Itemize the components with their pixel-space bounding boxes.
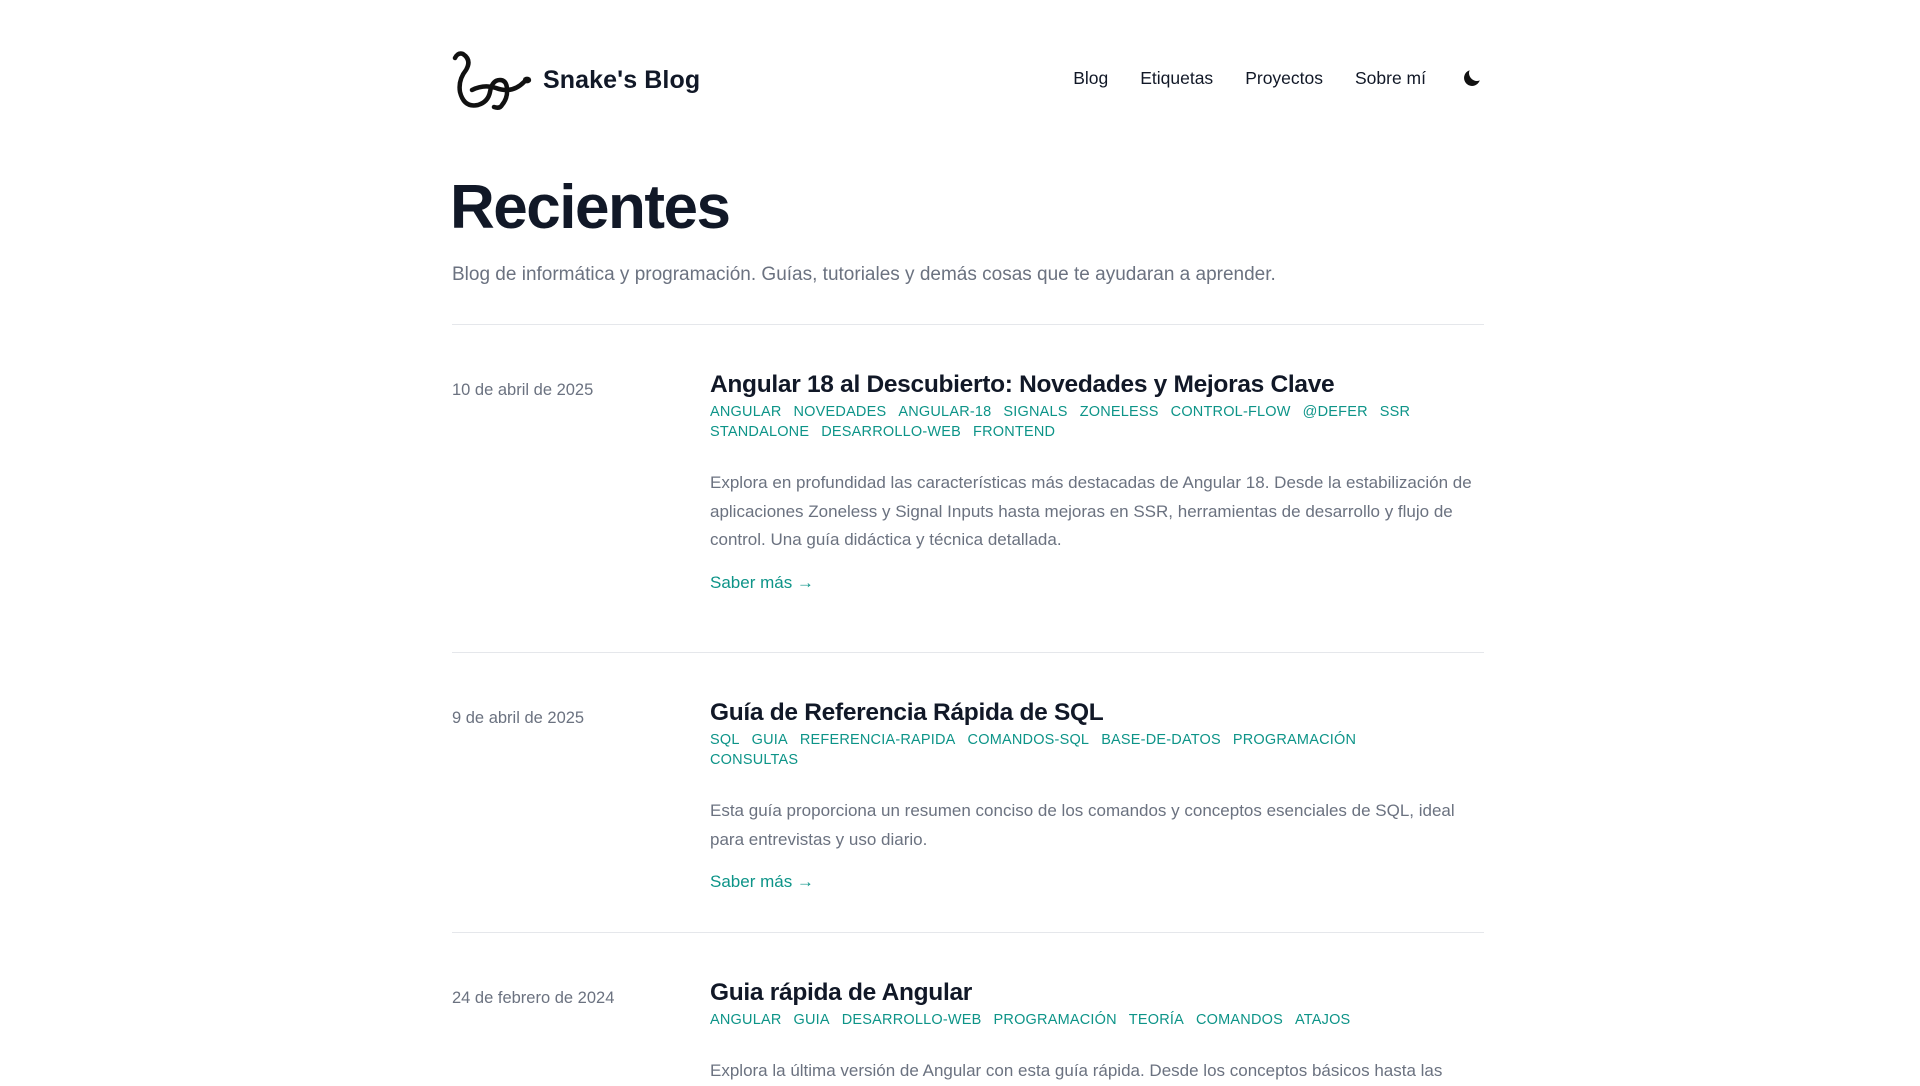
nav-link-blog[interactable]: Blog: [1073, 68, 1108, 89]
tag-link[interactable]: ANGULAR-18: [898, 403, 991, 421]
post-title[interactable]: Angular 18 al Descubierto: Novedades y M…: [710, 370, 1484, 400]
post-date: 10 de abril de 2025: [452, 381, 594, 399]
tag-link[interactable]: PROGRAMACIÓN: [994, 1011, 1117, 1029]
site-header: Snake's Blog Blog Etiquetas Proyectos So…: [452, 0, 1484, 165]
tag-link[interactable]: DESARROLLO-WEB: [821, 423, 961, 441]
nav-link-etiquetas[interactable]: Etiquetas: [1140, 68, 1213, 89]
tag-link[interactable]: CONSULTAS: [710, 751, 798, 769]
tag-link[interactable]: ANGULAR: [710, 1011, 782, 1029]
theme-toggle-button[interactable]: [1460, 66, 1484, 90]
tag-link[interactable]: COMANDOS-SQL: [968, 731, 1090, 749]
tag-link[interactable]: @DEFER: [1303, 403, 1368, 421]
read-more-link[interactable]: Saber más →: [710, 872, 814, 892]
nav-link-proyectos[interactable]: Proyectos: [1245, 68, 1323, 89]
post-date: 24 de febrero de 2024: [452, 989, 615, 1007]
divider: [452, 932, 1484, 933]
post-tags: ANGULAR NOVEDADES ANGULAR-18 SIGNALS ZON…: [710, 403, 1430, 441]
snake-logo-icon: [452, 51, 532, 110]
tag-link[interactable]: PROGRAMACIÓN: [1233, 731, 1356, 749]
tag-link[interactable]: GUIA: [794, 1011, 830, 1029]
moon-icon: [1464, 70, 1480, 86]
post-excerpt: Explora en profundidad las característic…: [710, 473, 1472, 549]
tag-link[interactable]: TEORÍA: [1129, 1011, 1184, 1029]
post-date: 9 de abril de 2025: [452, 709, 585, 727]
page-subtitle: Blog de informática y programación. Guía…: [452, 264, 1276, 285]
main-nav: Blog Etiquetas Proyectos Sobre mí: [1073, 66, 1484, 90]
tag-link[interactable]: ANGULAR: [710, 403, 782, 421]
read-more-link[interactable]: Saber más →: [710, 573, 814, 593]
divider: [452, 652, 1484, 653]
post-excerpt: Explora la última versión de Angular con…: [710, 1061, 1443, 1080]
tag-link[interactable]: ZONELESS: [1080, 403, 1159, 421]
tag-link[interactable]: GUIA: [752, 731, 788, 749]
tag-link[interactable]: ATAJOS: [1295, 1011, 1350, 1029]
tag-link[interactable]: SSR: [1380, 403, 1410, 421]
page-container: Snake's Blog Blog Etiquetas Proyectos So…: [450, 0, 1484, 1080]
tag-link[interactable]: DESARROLLO-WEB: [842, 1011, 982, 1029]
tag-link[interactable]: STANDALONE: [710, 423, 809, 441]
page-title: Recientes: [450, 173, 731, 242]
site-brand-link[interactable]: Snake's Blog: [452, 50, 700, 110]
tag-link[interactable]: FRONTEND: [973, 423, 1055, 441]
tag-link[interactable]: REFERENCIA-RAPIDA: [800, 731, 956, 749]
tag-link[interactable]: COMANDOS: [1196, 1011, 1283, 1029]
post-tags: ANGULAR GUIA DESARROLLO-WEB PROGRAMACIÓN…: [710, 1011, 1430, 1029]
divider: [452, 324, 1484, 325]
post-body: Guía de Referencia Rápida de SQL SQL GUI…: [710, 698, 1484, 892]
tag-link[interactable]: SIGNALS: [1003, 403, 1067, 421]
post-title[interactable]: Guía de Referencia Rápida de SQL: [710, 698, 1484, 728]
post-body: Angular 18 al Descubierto: Novedades y M…: [710, 370, 1484, 593]
tag-link[interactable]: NOVEDADES: [794, 403, 887, 421]
post-excerpt: Esta guía proporciona un resumen conciso…: [710, 801, 1455, 849]
post-body: Guia rápida de Angular ANGULAR GUIA DESA…: [710, 978, 1484, 1086]
site-title: Snake's Blog: [543, 65, 701, 94]
tag-link[interactable]: SQL: [710, 731, 740, 749]
post-tags: SQL GUIA REFERENCIA-RAPIDA COMANDOS-SQL …: [710, 731, 1430, 769]
post-title[interactable]: Guia rápida de Angular: [710, 978, 1484, 1008]
tag-link[interactable]: BASE-DE-DATOS: [1101, 731, 1221, 749]
tag-link[interactable]: CONTROL-FLOW: [1171, 403, 1291, 421]
nav-link-sobre-mi[interactable]: Sobre mí: [1355, 68, 1426, 89]
